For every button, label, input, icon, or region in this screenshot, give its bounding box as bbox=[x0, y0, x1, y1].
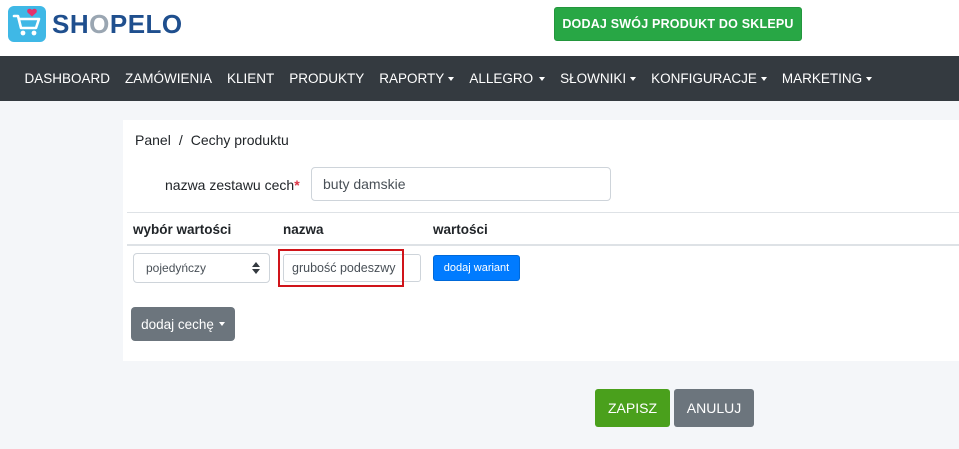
caret-down-icon bbox=[448, 76, 455, 81]
nav-item-reports[interactable]: RAPORTY bbox=[372, 71, 462, 86]
column-header-name: nazwa bbox=[283, 222, 324, 237]
column-header-values: wartości bbox=[433, 222, 488, 237]
save-button[interactable]: ZAPISZ bbox=[595, 389, 670, 427]
nav-item-configurations[interactable]: KONFIGURACJE bbox=[644, 71, 775, 86]
set-name-input[interactable]: buty damskie bbox=[311, 167, 611, 201]
caret-down-icon bbox=[539, 76, 546, 81]
select-value: pojedyńczy bbox=[146, 261, 207, 275]
brand-name: SHOPELO bbox=[52, 8, 183, 39]
add-feature-button[interactable]: dodaj cechę bbox=[131, 307, 235, 341]
nav-item-client[interactable]: KLIENT bbox=[220, 71, 282, 86]
nav-item-allegro[interactable]: ALLEGRO bbox=[462, 71, 553, 86]
required-mark: * bbox=[294, 177, 300, 193]
breadcrumb-separator: / bbox=[178, 132, 183, 148]
main-navbar: DASHBOARD ZAMÓWIENIA KLIENT PRODUKTY RAP… bbox=[0, 56, 959, 101]
shopping-cart-heart-icon bbox=[8, 6, 46, 42]
top-header: SHOPELO DODAJ SWÓJ PRODUKT DO SKLEPU bbox=[0, 0, 959, 56]
column-header-value-choice: wybór wartości bbox=[133, 222, 232, 237]
features-table-header: wybór wartości nazwa wartości bbox=[127, 212, 959, 246]
logo[interactable]: SHOPELO bbox=[8, 6, 183, 42]
breadcrumb-panel-link[interactable]: Panel bbox=[135, 132, 171, 148]
nav-item-dictionaries[interactable]: SŁOWNIKI bbox=[553, 71, 644, 86]
nav-item-products[interactable]: PRODUKTY bbox=[282, 71, 372, 86]
nav-item-orders[interactable]: ZAMÓWIENIA bbox=[118, 71, 220, 86]
caret-down-icon bbox=[866, 76, 873, 81]
product-features-panel: Panel / Cechy produktu nazwa zestawu cec… bbox=[123, 120, 959, 361]
add-variant-button[interactable]: dodaj wariant bbox=[433, 255, 520, 281]
add-product-button[interactable]: DODAJ SWÓJ PRODUKT DO SKLEPU bbox=[554, 7, 802, 41]
caret-down-icon bbox=[760, 76, 767, 81]
breadcrumb: Panel / Cechy produktu bbox=[135, 132, 289, 148]
set-name-label: nazwa zestawu cech* bbox=[165, 177, 300, 193]
select-arrows-icon bbox=[252, 262, 260, 274]
caret-down-icon bbox=[630, 76, 637, 81]
caret-down-icon bbox=[218, 322, 225, 326]
value-choice-select[interactable]: pojedyńczy bbox=[133, 253, 270, 283]
cancel-button[interactable]: ANULUJ bbox=[674, 389, 754, 427]
nav-item-dashboard[interactable]: DASHBOARD bbox=[17, 71, 118, 86]
breadcrumb-current: Cechy produktu bbox=[190, 132, 289, 148]
nav-item-marketing[interactable]: MARKETING bbox=[774, 71, 879, 86]
feature-name-input[interactable]: grubość podeszwy bbox=[283, 254, 421, 282]
